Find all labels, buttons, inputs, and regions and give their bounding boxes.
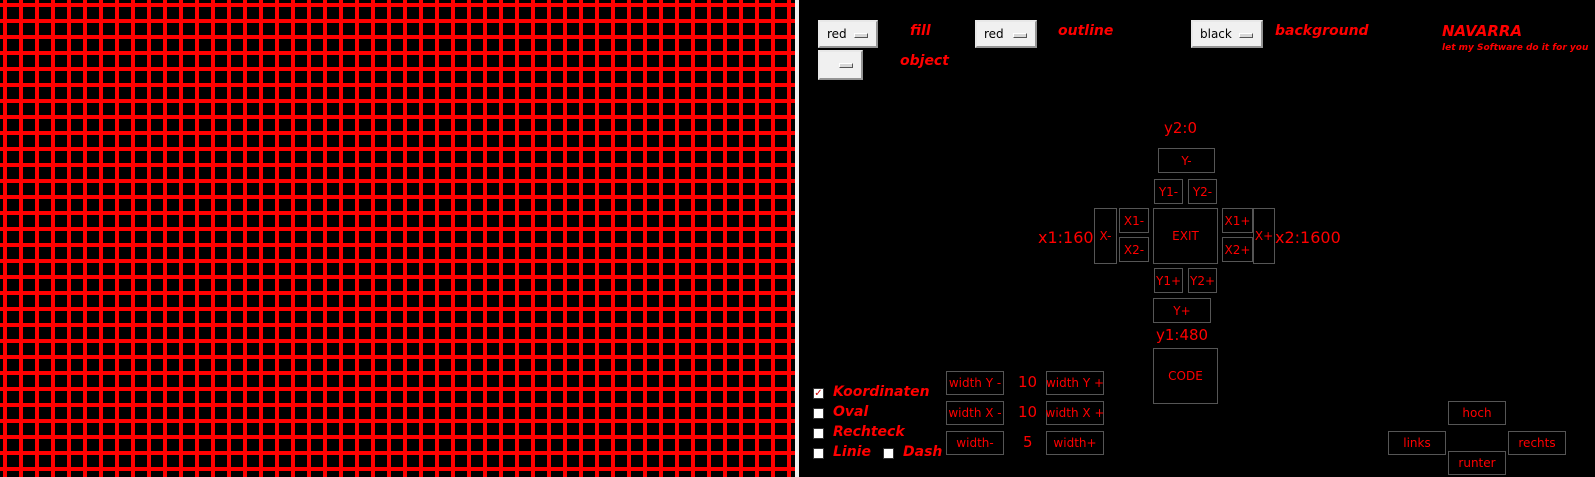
- oval-checkbox[interactable]: [813, 408, 824, 419]
- fill-color-menu[interactable]: red: [818, 20, 878, 48]
- outline-color-value: red: [984, 27, 1004, 41]
- dash-label: Dash: [903, 444, 943, 460]
- chevron-down-icon: [839, 63, 853, 68]
- background-color-value: black: [1200, 27, 1232, 41]
- dash-checkbox[interactable]: [883, 448, 894, 459]
- object-label: object: [900, 53, 949, 69]
- linie-label: Linie: [833, 444, 871, 460]
- x-plus-button[interactable]: X+: [1253, 208, 1275, 264]
- width-y-minus-button[interactable]: width Y -: [946, 371, 1004, 395]
- y-plus-button[interactable]: Y+: [1153, 298, 1211, 323]
- width-y-plus-button[interactable]: width Y +: [1046, 371, 1104, 395]
- outline-label: outline: [1058, 23, 1114, 39]
- move-down-button[interactable]: runter: [1448, 451, 1506, 475]
- x-minus-button[interactable]: X-: [1094, 208, 1117, 264]
- brand-tagline: let my Software do it for you: [1442, 43, 1589, 53]
- chevron-down-icon: [1013, 33, 1027, 38]
- y1-plus-button[interactable]: Y1+: [1154, 268, 1183, 293]
- code-button[interactable]: CODE: [1153, 348, 1218, 404]
- y1-readout: y1:480: [1156, 326, 1209, 344]
- background-color-menu[interactable]: black: [1191, 20, 1263, 48]
- x2-minus-button[interactable]: X2-: [1119, 237, 1149, 262]
- rechteck-label: Rechteck: [833, 424, 905, 440]
- outline-color-menu[interactable]: red: [975, 20, 1037, 48]
- x1-minus-button[interactable]: X1-: [1119, 208, 1149, 233]
- fill-color-value: red: [827, 27, 847, 41]
- background-label: background: [1275, 23, 1369, 39]
- width-minus-button[interactable]: width-: [946, 431, 1004, 455]
- width-x-minus-button[interactable]: width X -: [946, 401, 1004, 425]
- y2-plus-button[interactable]: Y2+: [1188, 268, 1217, 293]
- y1-minus-button[interactable]: Y1-: [1154, 179, 1183, 204]
- object-menu[interactable]: [818, 50, 863, 80]
- width-value: 5: [1023, 433, 1033, 451]
- move-right-button[interactable]: rechts: [1508, 431, 1566, 455]
- width-plus-button[interactable]: width+: [1046, 431, 1104, 455]
- brand-block: NAVARRA let my Software do it for you: [1442, 22, 1588, 53]
- x1-plus-button[interactable]: X1+: [1222, 208, 1253, 233]
- x2-readout: x2:1600: [1275, 228, 1341, 247]
- move-left-button[interactable]: links: [1388, 431, 1446, 455]
- koordinaten-label: Koordinaten: [833, 384, 930, 400]
- rechteck-checkbox[interactable]: [813, 428, 824, 439]
- fill-label: fill: [910, 23, 931, 39]
- width-x-value: 10: [1018, 403, 1038, 421]
- koordinaten-checkbox[interactable]: ✓: [813, 388, 824, 399]
- width-y-value: 10: [1018, 373, 1038, 391]
- x2-plus-button[interactable]: X2+: [1222, 237, 1253, 262]
- y2-readout: y2:0: [1164, 119, 1198, 137]
- move-up-button[interactable]: hoch: [1448, 401, 1506, 425]
- linie-checkbox[interactable]: [813, 448, 824, 459]
- control-panel: red fill red outline black background NA…: [799, 0, 1595, 477]
- drawing-canvas[interactable]: [0, 0, 795, 477]
- y2-minus-button[interactable]: Y2-: [1188, 179, 1217, 204]
- chevron-down-icon: [1239, 33, 1253, 38]
- width-x-plus-button[interactable]: width X +: [1046, 401, 1105, 425]
- brand-name: NAVARRA: [1442, 22, 1523, 40]
- exit-button[interactable]: EXIT: [1153, 208, 1218, 264]
- chevron-down-icon: [854, 33, 868, 38]
- oval-label: Oval: [833, 404, 869, 420]
- y-minus-button[interactable]: Y-: [1158, 148, 1215, 173]
